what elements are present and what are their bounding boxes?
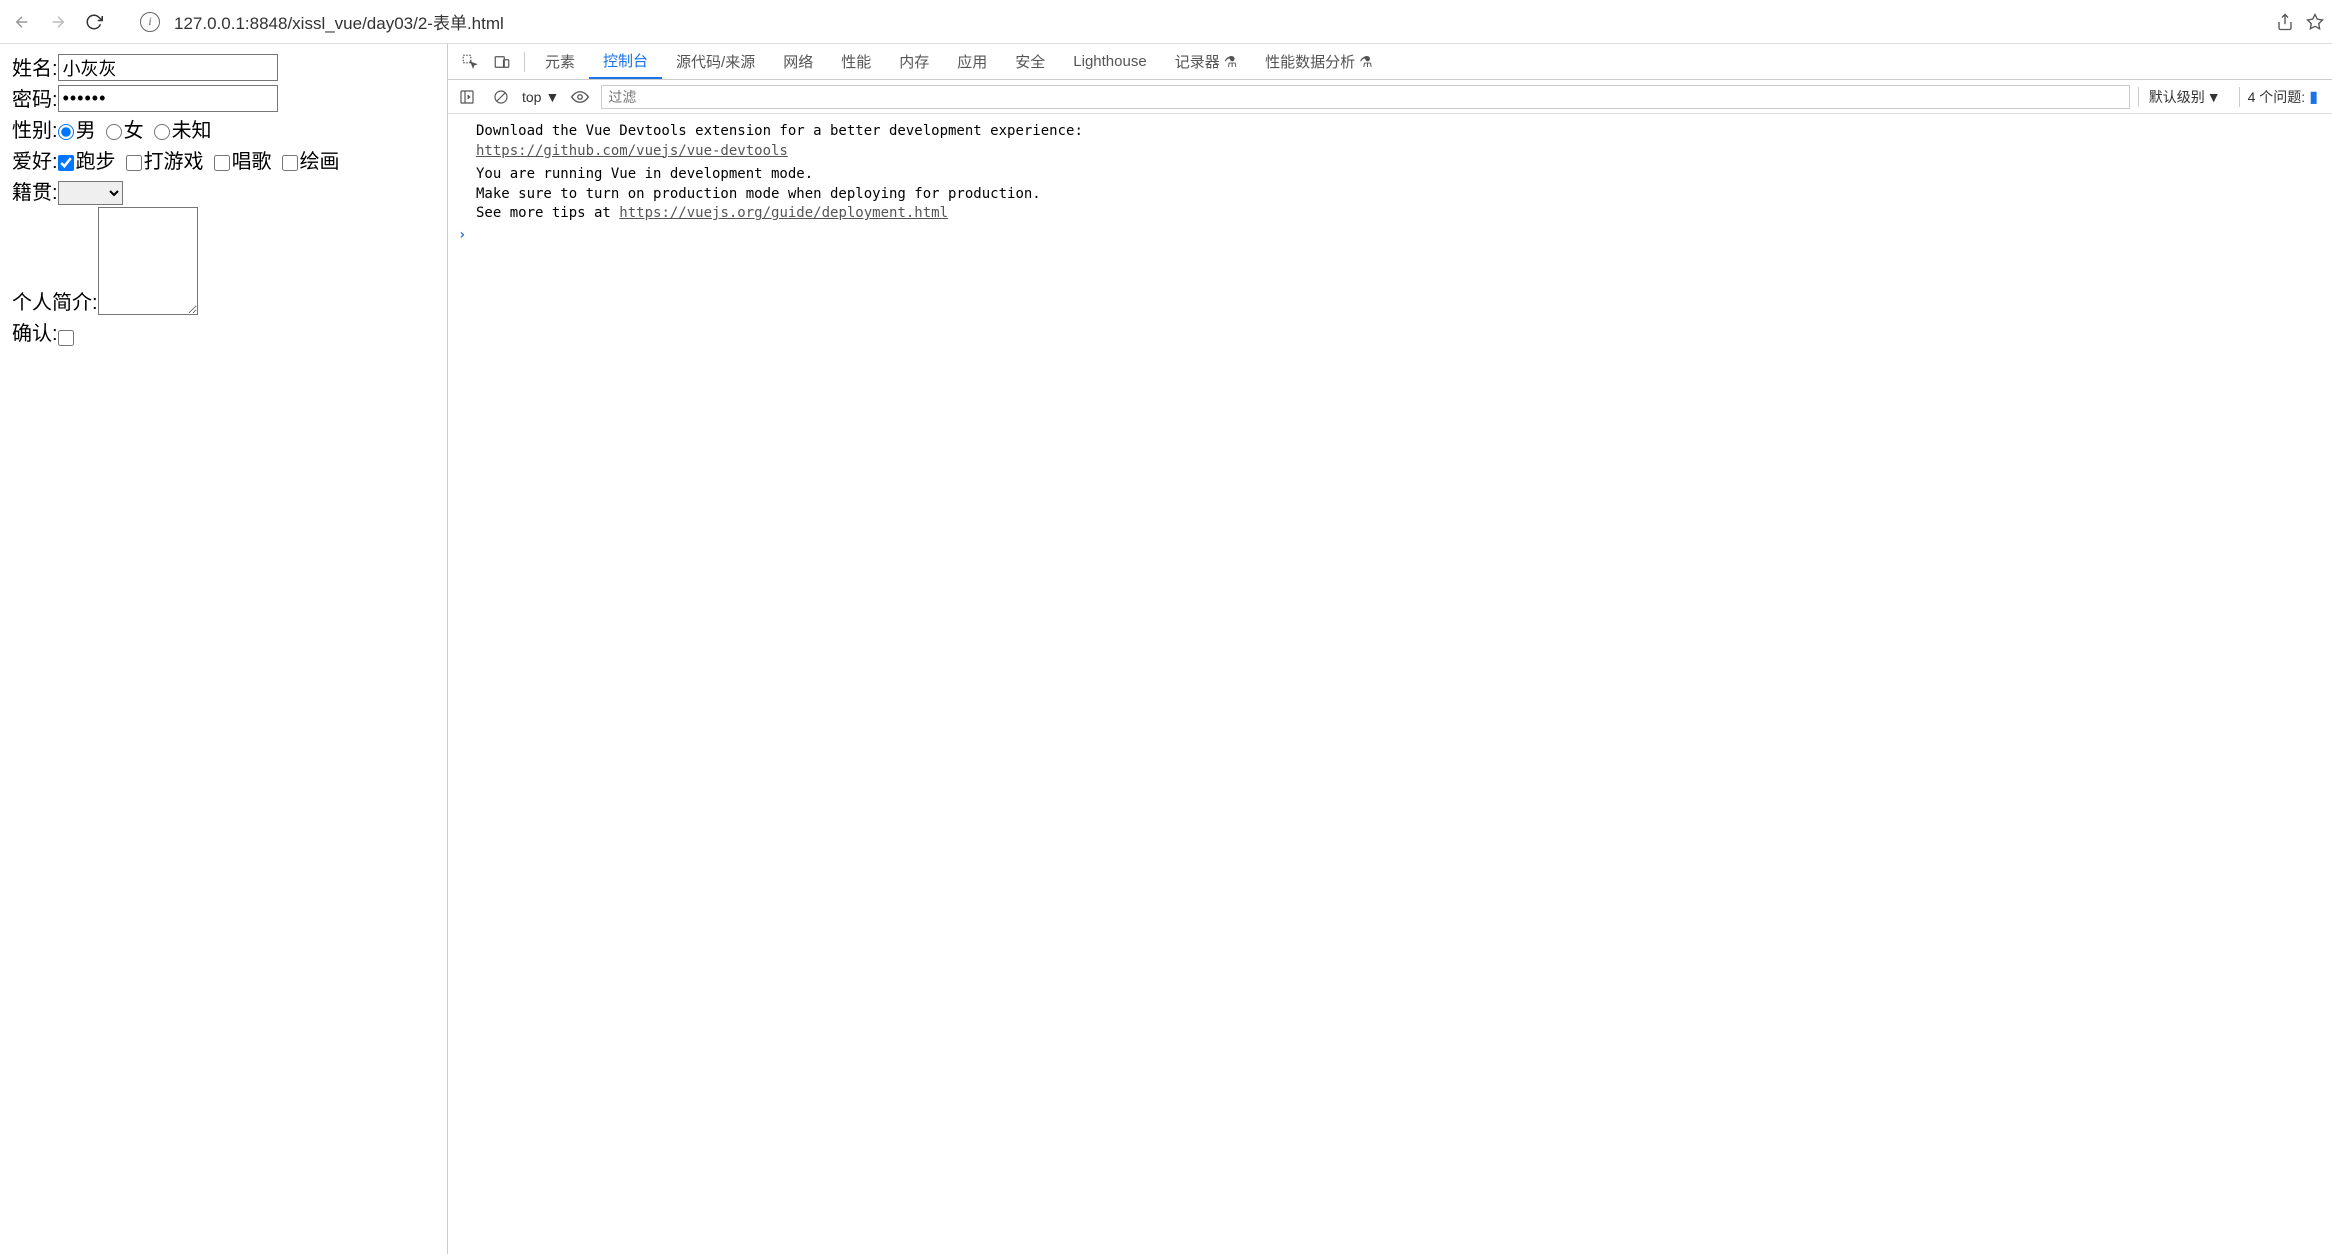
tab-security[interactable]: 安全	[1001, 44, 1059, 79]
origin-label: 籍贯:	[12, 176, 58, 205]
issue-icon: ▮	[2309, 87, 2318, 107]
password-label: 密码:	[12, 83, 58, 112]
flask-icon: ⚗	[1224, 53, 1237, 71]
gender-male-radio[interactable]	[58, 124, 74, 140]
gender-unknown-label: 未知	[172, 120, 212, 142]
hobby-label: 爱好:	[12, 145, 58, 174]
forward-button[interactable]	[44, 8, 72, 36]
devtools-panel: 元素 控制台 源代码/来源 网络 性能 内存 应用 安全 Lighthouse …	[448, 44, 2332, 1254]
hobby-run-label: 跑步	[76, 151, 116, 173]
gender-female-radio[interactable]	[106, 124, 122, 140]
issues-count[interactable]: 4 个问题: ▮	[2239, 87, 2326, 107]
name-label: 姓名:	[12, 52, 58, 81]
live-expression-icon[interactable]	[567, 84, 593, 110]
site-info-icon[interactable]: i	[140, 12, 160, 32]
console-output: Download the Vue Devtools extension for …	[448, 114, 2332, 1254]
hobby-paint-checkbox[interactable]	[282, 155, 298, 171]
console-toolbar: top ▼ 默认级别▼ 4 个问题: ▮	[448, 80, 2332, 114]
back-button[interactable]	[8, 8, 36, 36]
gender-male-label: 男	[76, 120, 96, 142]
chevron-down-icon: ▼	[2207, 89, 2221, 105]
origin-select[interactable]	[58, 181, 123, 205]
hobby-run-checkbox[interactable]	[58, 155, 74, 171]
flask-icon: ⚗	[1359, 53, 1372, 71]
gender-label: 性别:	[12, 114, 58, 143]
confirm-label: 确认:	[12, 317, 58, 346]
tab-perf-insights[interactable]: 性能数据分析⚗	[1251, 44, 1386, 79]
console-prompt[interactable]: ›	[448, 226, 2332, 246]
name-input[interactable]	[58, 54, 278, 81]
share-icon[interactable]	[2276, 13, 2294, 31]
tab-application[interactable]: 应用	[943, 44, 1001, 79]
inspect-icon[interactable]	[454, 46, 486, 78]
toggle-sidebar-icon[interactable]	[454, 84, 480, 110]
device-toggle-icon[interactable]	[486, 46, 518, 78]
hobby-sing-label: 唱歌	[232, 151, 272, 173]
gender-unknown-radio[interactable]	[154, 124, 170, 140]
tab-performance[interactable]: 性能	[827, 44, 885, 79]
console-message: Download the Vue Devtools extension for …	[448, 120, 2332, 163]
gender-female-label: 女	[124, 120, 144, 142]
hobby-game-label: 打游戏	[144, 151, 204, 173]
console-message: You are running Vue in development mode.…	[448, 163, 2332, 226]
console-link[interactable]: https://vuejs.org/guide/deployment.html	[619, 205, 948, 221]
tab-sources[interactable]: 源代码/来源	[662, 44, 769, 79]
reload-button[interactable]	[80, 8, 108, 36]
hobby-paint-label: 绘画	[300, 151, 340, 173]
bio-textarea[interactable]	[98, 207, 198, 315]
bookmark-icon[interactable]	[2306, 13, 2324, 31]
clear-console-icon[interactable]	[488, 84, 514, 110]
chevron-down-icon: ▼	[545, 89, 559, 105]
hobby-game-checkbox[interactable]	[126, 155, 142, 171]
hobby-sing-checkbox[interactable]	[214, 155, 230, 171]
tab-elements[interactable]: 元素	[531, 44, 589, 79]
tab-recorder[interactable]: 记录器⚗	[1161, 44, 1251, 79]
context-selector[interactable]: top ▼	[522, 89, 559, 105]
password-input[interactable]	[58, 85, 278, 112]
browser-toolbar: i 127.0.0.1:8848/xissl_vue/day03/2-表单.ht…	[0, 0, 2332, 44]
devtools-tabs: 元素 控制台 源代码/来源 网络 性能 内存 应用 安全 Lighthouse …	[448, 44, 2332, 80]
page-content: 姓名: 密码: 性别: 男 女 未知 爱好: 跑步 打游戏 唱歌 绘画 籍贯: …	[0, 44, 448, 1254]
tab-console[interactable]: 控制台	[589, 44, 662, 79]
log-level-selector[interactable]: 默认级别▼	[2138, 87, 2231, 107]
filter-input[interactable]	[601, 85, 2129, 109]
tab-memory[interactable]: 内存	[885, 44, 943, 79]
confirm-checkbox[interactable]	[58, 330, 74, 346]
tab-network[interactable]: 网络	[769, 44, 827, 79]
console-link[interactable]: https://github.com/vuejs/vue-devtools	[476, 143, 788, 159]
url-bar[interactable]: 127.0.0.1:8848/xissl_vue/day03/2-表单.html	[168, 9, 2268, 34]
bio-label: 个人简介:	[12, 286, 98, 315]
tab-lighthouse[interactable]: Lighthouse	[1059, 44, 1160, 79]
